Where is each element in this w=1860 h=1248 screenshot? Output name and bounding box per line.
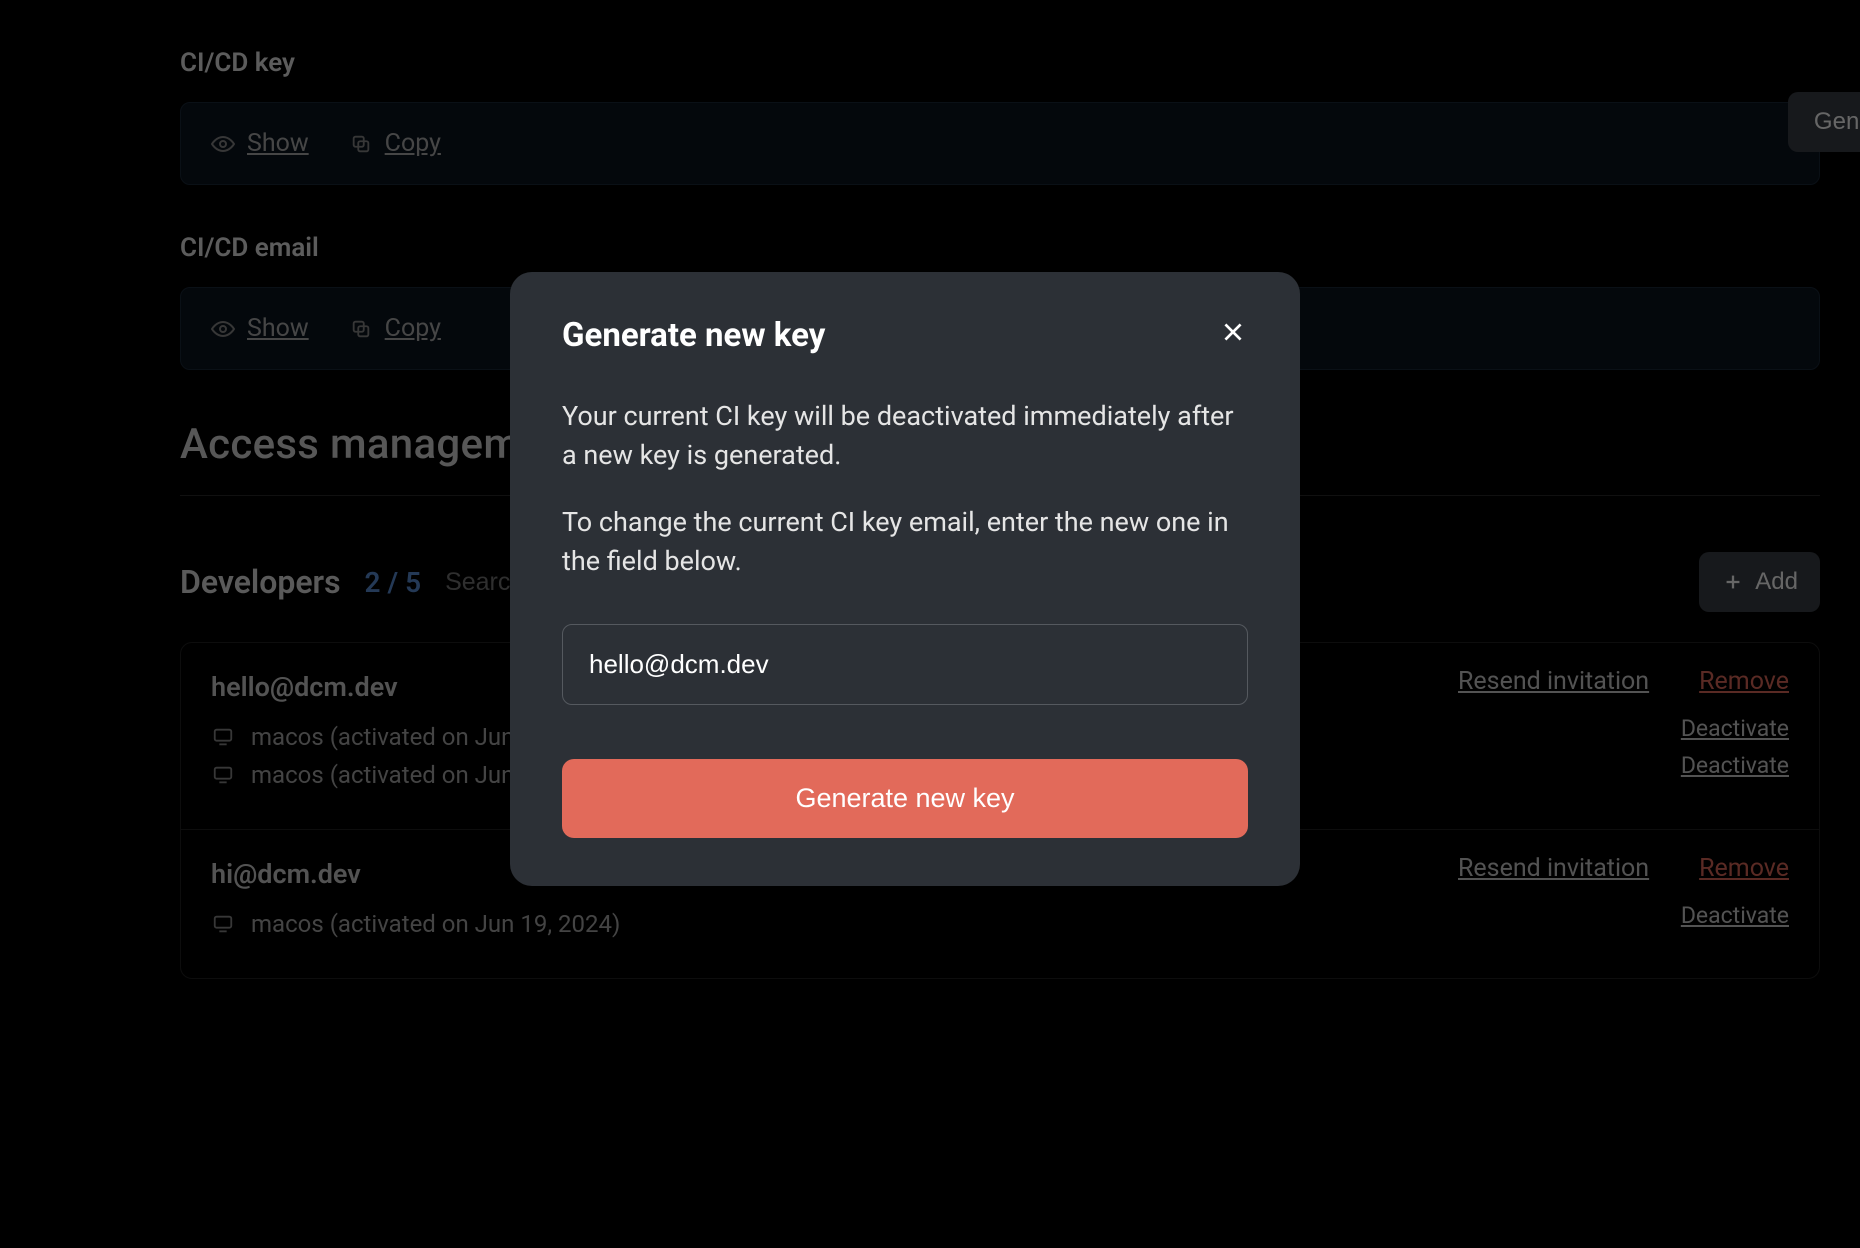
modal-paragraph-2: To change the current CI key email, ente… (562, 503, 1248, 581)
modal-generate-button[interactable]: Generate new key (562, 759, 1248, 838)
close-icon (1220, 319, 1246, 352)
generate-key-modal: Generate new key Your current CI key wil… (510, 272, 1300, 886)
modal-paragraph-1: Your current CI key will be deactivated … (562, 397, 1248, 475)
modal-email-input[interactable] (562, 624, 1248, 705)
modal-close-button[interactable] (1218, 321, 1248, 351)
modal-title: Generate new key (562, 316, 825, 355)
